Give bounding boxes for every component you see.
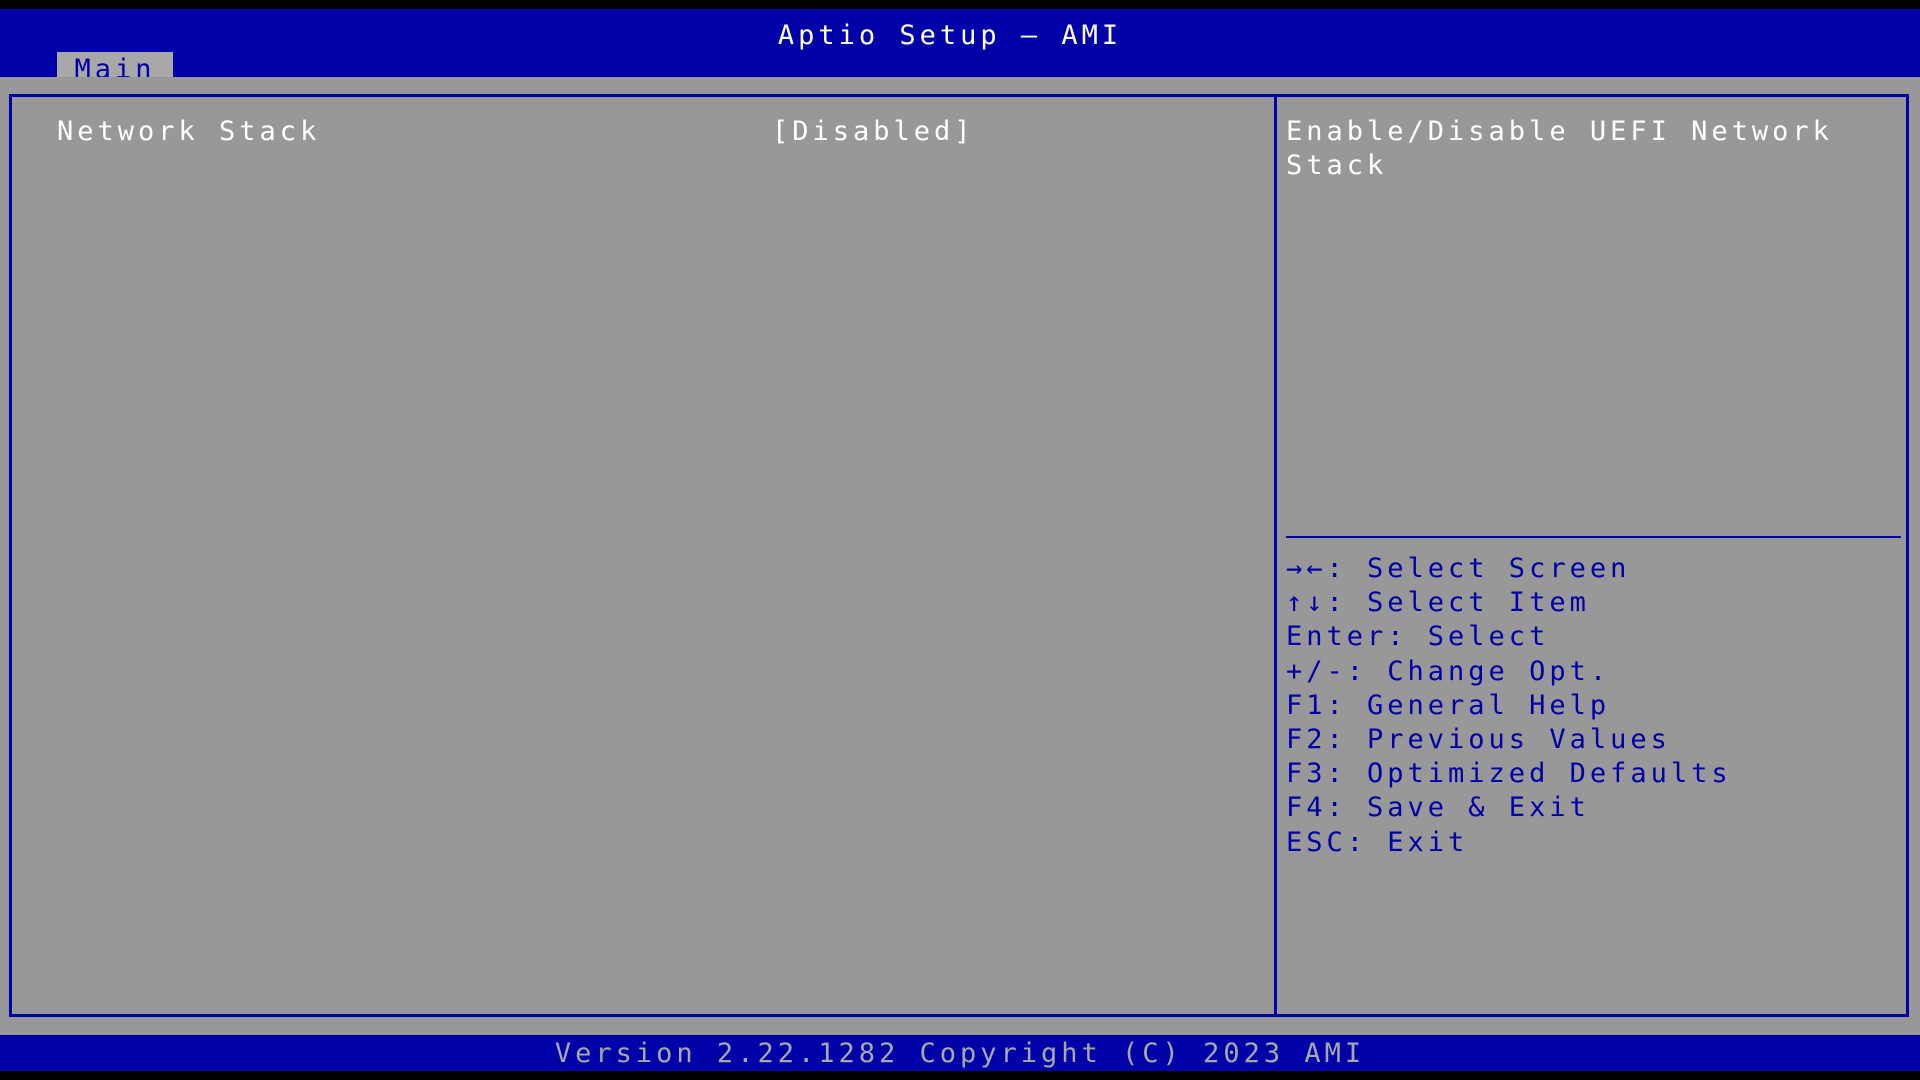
key-help-change-opt: +/-: Change Opt. <box>1286 655 1611 687</box>
key-help-enter: Enter: Select <box>1286 621 1550 653</box>
setting-network-stack-label[interactable]: Network Stack <box>57 115 320 149</box>
panel-divider <box>1274 94 1277 1017</box>
key-help-f2: F2: Previous Values <box>1286 724 1671 756</box>
version-footer: Version 2.22.1282 Copyright (C) 2023 AMI <box>554 1038 1366 1069</box>
setting-network-stack-value[interactable]: [Disabled] <box>772 115 975 149</box>
key-help-esc: ESC: Exit <box>1286 826 1469 858</box>
title-bar: Aptio Setup – AMI Main <box>0 9 1920 86</box>
help-separator <box>1286 536 1901 538</box>
app-title: Aptio Setup – AMI <box>777 20 1123 51</box>
key-help-f3: F3: Optimized Defaults <box>1286 758 1732 790</box>
key-help-select-item: ↑↓: Select Item <box>1286 587 1590 619</box>
key-help-list: →←: Select Screen ↑↓: Select Item Enter:… <box>1286 552 1732 860</box>
footer-bar: Version 2.22.1282 Copyright (C) 2023 AMI <box>0 1035 1920 1071</box>
key-help-select-screen: →←: Select Screen <box>1286 553 1631 584</box>
main-panel: Network Stack [Disabled] Enable/Disable … <box>0 77 1920 1035</box>
key-help-f4: F4: Save & Exit <box>1286 792 1590 824</box>
item-help-text: Enable/Disable UEFI Network Stack <box>1286 116 1833 181</box>
key-help-f1: F1: General Help <box>1286 689 1611 721</box>
